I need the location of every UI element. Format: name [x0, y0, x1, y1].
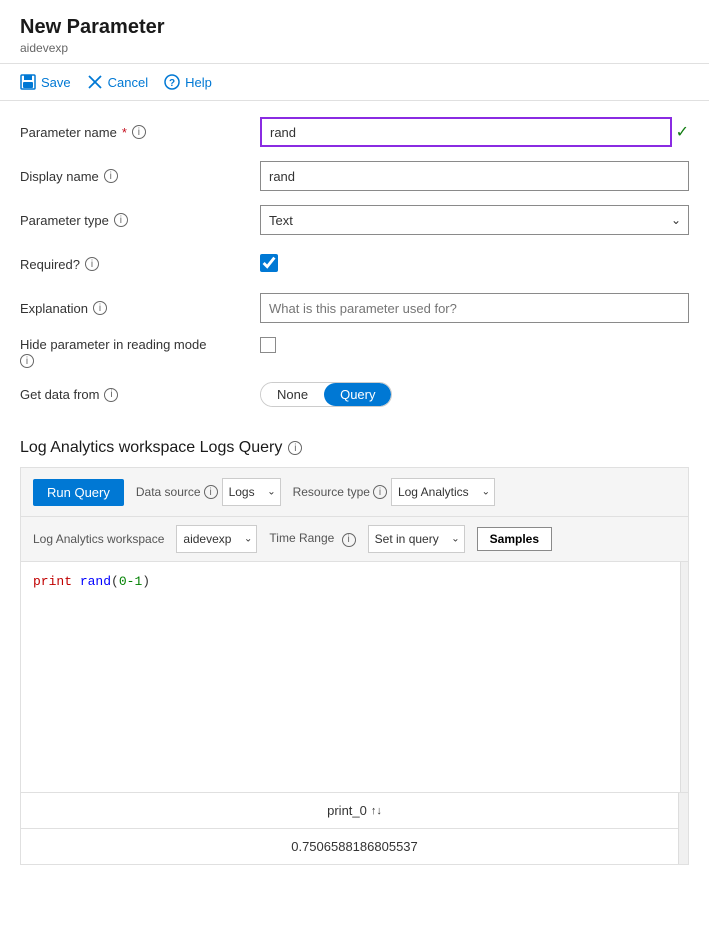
workspace-select[interactable]: aidevexp — [176, 525, 257, 553]
parameter-name-info-icon[interactable]: i — [132, 125, 146, 139]
display-name-info-icon[interactable]: i — [104, 169, 118, 183]
required-label: Required? i — [20, 257, 260, 272]
parameter-name-field-wrapper: ✓ — [260, 117, 689, 147]
query-section-title: Log Analytics workspace Logs Query i — [0, 439, 709, 457]
parameter-form: Parameter name * i ✓ Display name i Para… — [0, 101, 709, 439]
workspace-row: Log Analytics workspace aidevexp ⌄ Time … — [21, 517, 688, 562]
time-range-label: Time Range i — [269, 531, 355, 547]
explanation-input[interactable] — [260, 293, 689, 323]
page-subtitle: aidevexp — [20, 41, 689, 55]
code-line: print rand(0-1) — [33, 574, 676, 589]
explanation-info-icon[interactable]: i — [93, 301, 107, 315]
resource-type-info-icon[interactable]: i — [373, 485, 387, 499]
resource-type-select-wrapper: Log Analytics ⌄ — [391, 478, 495, 506]
get-data-row: Get data from i None Query — [20, 382, 689, 407]
query-container: Run Query Data source i Logs ⌄ Resource … — [20, 467, 689, 865]
cancel-icon — [87, 74, 103, 90]
svg-text:?: ? — [169, 78, 175, 89]
get-data-label: Get data from i — [20, 387, 260, 402]
hide-param-label-col: Hide parameter in reading mode i — [20, 337, 260, 368]
display-name-input[interactable] — [260, 161, 689, 191]
hide-param-label: Hide parameter in reading mode — [20, 337, 260, 352]
code-number: 0-1 — [119, 574, 142, 589]
display-name-row: Display name i — [20, 161, 689, 191]
parameter-type-select-wrapper: Text ⌄ — [260, 205, 689, 235]
workspace-label: Log Analytics workspace — [33, 532, 164, 546]
results-section: print_0 ↑↓ 0.7506588186805537 — [21, 792, 688, 864]
required-star: * — [122, 125, 127, 140]
code-function: rand — [80, 574, 111, 589]
explanation-row: Explanation i — [20, 293, 689, 323]
explanation-label: Explanation i — [20, 301, 260, 316]
hide-param-checkbox[interactable] — [260, 337, 276, 353]
code-editor[interactable]: print rand(0-1) — [21, 562, 688, 792]
parameter-type-row: Parameter type i Text ⌄ — [20, 205, 689, 235]
parameter-name-input[interactable] — [260, 117, 672, 147]
query-toolbar: Run Query Data source i Logs ⌄ Resource … — [21, 468, 688, 517]
display-name-label: Display name i — [20, 169, 260, 184]
help-icon: ? — [164, 74, 180, 90]
results-scrollbar[interactable] — [678, 793, 688, 864]
save-button[interactable]: Save — [20, 74, 71, 90]
hide-param-row: Hide parameter in reading mode i — [20, 337, 689, 368]
toolbar: Save Cancel ? Help — [0, 64, 709, 101]
workspace-select-wrapper: aidevexp ⌄ — [176, 525, 257, 553]
hide-param-checkbox-wrapper — [260, 337, 689, 353]
explanation-field-wrapper — [260, 293, 689, 323]
results-header: print_0 ↑↓ — [21, 793, 688, 829]
required-checkbox[interactable] — [260, 254, 278, 272]
query-toggle-button[interactable]: Query — [324, 383, 391, 406]
results-value: 0.7506588186805537 — [21, 829, 688, 864]
display-name-field-wrapper — [260, 161, 689, 191]
time-range-select[interactable]: Set in query — [368, 525, 465, 553]
data-source-label: Data source i — [136, 485, 218, 499]
data-source-group: Data source i Logs ⌄ — [136, 478, 281, 506]
query-section-info-icon[interactable]: i — [288, 441, 302, 455]
results-column-name: print_0 — [327, 803, 367, 818]
resource-type-label: Resource type i — [293, 485, 387, 499]
none-toggle-button[interactable]: None — [261, 383, 324, 406]
time-range-info-icon[interactable]: i — [342, 533, 356, 547]
required-info-icon[interactable]: i — [85, 257, 99, 271]
editor-scrollbar[interactable] — [680, 562, 688, 792]
page-title: New Parameter — [20, 16, 689, 39]
hide-param-info-icon[interactable]: i — [20, 354, 34, 368]
page-header: New Parameter aidevexp — [0, 0, 709, 64]
parameter-name-row: Parameter name * i ✓ — [20, 117, 689, 147]
samples-button[interactable]: Samples — [477, 527, 552, 551]
data-source-info-icon[interactable]: i — [204, 485, 218, 499]
cancel-button[interactable]: Cancel — [87, 74, 148, 90]
resource-type-group: Resource type i Log Analytics ⌄ — [293, 478, 495, 506]
time-range-select-wrapper: Set in query ⌄ — [368, 525, 465, 553]
valid-checkmark-icon: ✓ — [676, 122, 689, 142]
help-button[interactable]: ? Help — [164, 74, 212, 90]
required-checkbox-wrapper — [260, 254, 689, 275]
required-row: Required? i — [20, 249, 689, 279]
parameter-name-label: Parameter name * i — [20, 125, 260, 140]
data-source-select-wrapper: Logs ⌄ — [222, 478, 281, 506]
sort-icons[interactable]: ↑↓ — [371, 805, 382, 817]
get-data-info-icon[interactable]: i — [104, 388, 118, 402]
save-icon — [20, 74, 36, 90]
get-data-toggle-group: None Query — [260, 382, 392, 407]
data-source-select[interactable]: Logs — [222, 478, 281, 506]
parameter-type-select[interactable]: Text — [260, 205, 689, 235]
parameter-type-label: Parameter type i — [20, 213, 260, 228]
parameter-type-info-icon[interactable]: i — [114, 213, 128, 227]
code-keyword: print — [33, 574, 72, 589]
run-query-button[interactable]: Run Query — [33, 479, 124, 506]
resource-type-select[interactable]: Log Analytics — [391, 478, 495, 506]
